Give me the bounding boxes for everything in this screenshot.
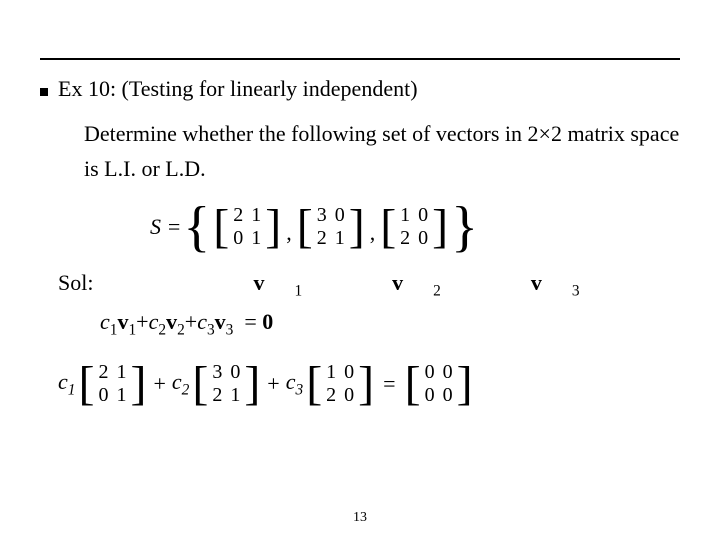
m1-10: 0	[231, 227, 245, 250]
bracket-left-icon: [	[306, 364, 322, 405]
bracket-right-icon: ]	[265, 207, 281, 248]
label-v3: v3	[501, 270, 580, 300]
bracket-left-icon: [	[297, 207, 313, 248]
problem-statement: Determine whether the following set of v…	[84, 116, 680, 186]
bracket-right-icon: ]	[349, 207, 365, 248]
bracket-left-icon: [	[192, 364, 208, 405]
set-sep-2: ,	[366, 220, 380, 250]
m3-01: 0	[416, 204, 430, 227]
example-title: Ex 10: (Testing for linearly independent…	[58, 76, 418, 102]
linear-combination-equation: c1v1+c2v2+c3v3 = 0	[100, 309, 680, 339]
m3-10: 2	[398, 227, 412, 250]
vector-labels: v1 v2 v3	[193, 270, 609, 300]
m1-00: 2	[231, 204, 245, 227]
label-v2: v2	[362, 270, 441, 300]
bracket-left-icon: [	[78, 364, 94, 405]
matrix-v3: [ 12 00 ]	[380, 204, 448, 250]
solution-header-row: Sol: v1 v2 v3	[58, 270, 680, 300]
bracket-right-icon: ]	[457, 364, 473, 405]
slide-number: 13	[0, 510, 720, 526]
bracket-left-icon: [	[380, 207, 396, 248]
label-v1: v1	[223, 270, 302, 300]
m2-01: 0	[333, 204, 347, 227]
eq-matrix-3: [ 12 00 ]	[306, 361, 374, 407]
square-bullet-icon	[40, 88, 48, 96]
m2-10: 2	[315, 227, 329, 250]
plus-1: +	[147, 371, 171, 397]
set-lhs: S =	[150, 214, 181, 240]
m1-01: 1	[249, 204, 263, 227]
set-definition: S = { [ 20 11 ] , [ 32 01 ] , [ 12 00	[150, 204, 680, 250]
rule	[40, 58, 680, 60]
m3-00: 1	[398, 204, 412, 227]
bracket-left-icon: [	[405, 364, 421, 405]
m1-11: 1	[249, 227, 263, 250]
bracket-left-icon: [	[213, 207, 229, 248]
m3-11: 0	[416, 227, 430, 250]
bracket-right-icon: ]	[244, 364, 260, 405]
eq-matrix-2: [ 32 01 ]	[192, 361, 260, 407]
coef-c2: c2	[172, 369, 191, 399]
brace-open-icon: {	[183, 205, 210, 250]
bracket-right-icon: ]	[130, 364, 146, 405]
plus-2: +	[261, 371, 285, 397]
matrix-v2: [ 32 01 ]	[297, 204, 365, 250]
coef-c3: c3	[286, 369, 305, 399]
eq-matrix-1: [ 20 11 ]	[78, 361, 146, 407]
coef-c1: c1	[58, 369, 77, 399]
matrix-equation: c1 [ 20 11 ] + c2 [ 32 01 ] + c3 [ 12 00	[58, 361, 680, 407]
set-sep-1: ,	[282, 220, 296, 250]
zero-matrix: [ 00 00 ]	[405, 361, 473, 407]
m2-11: 1	[333, 227, 347, 250]
bracket-right-icon: ]	[358, 364, 374, 405]
bracket-right-icon: ]	[432, 207, 448, 248]
equals-sign: =	[375, 371, 403, 397]
matrix-v1: [ 20 11 ]	[213, 204, 281, 250]
solution-label: Sol:	[58, 270, 93, 296]
title-row: Ex 10: (Testing for linearly independent…	[40, 76, 680, 102]
brace-close-icon: }	[451, 205, 478, 250]
m2-00: 3	[315, 204, 329, 227]
slide-content: Ex 10: (Testing for linearly independent…	[40, 76, 680, 407]
